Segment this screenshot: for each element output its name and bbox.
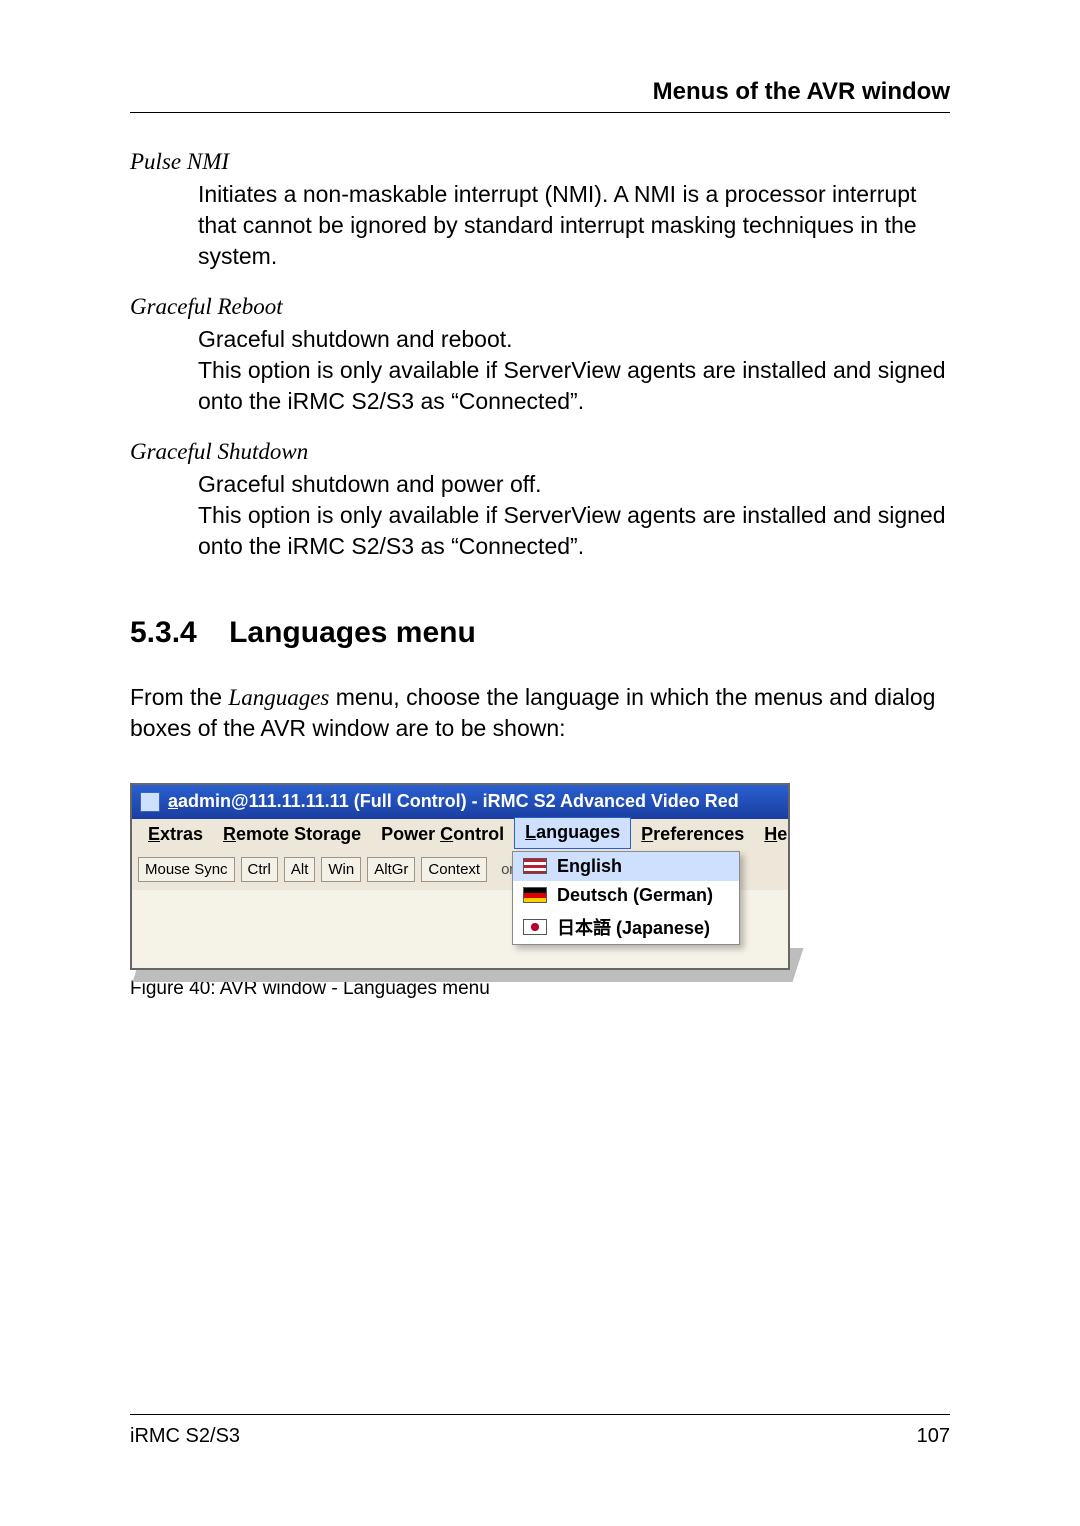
btn-context[interactable]: Context [421, 857, 487, 882]
def-reboot-line1: Graceful shutdown and reboot. [198, 326, 513, 352]
menu-power-control[interactable]: Power Control [371, 819, 514, 849]
page-header: Menus of the AVR window [130, 78, 950, 113]
section-heading: 5.3.4 Languages menu [130, 616, 950, 650]
menu-power-ul: C [440, 824, 453, 844]
menu-lang-rest: anguages [536, 822, 620, 842]
menu-extras-rest: xtras [160, 824, 203, 844]
menu-power-post: ontrol [453, 824, 504, 844]
menu-help-ul: H [764, 824, 777, 844]
window-titlebar: aadmin@111.11.11.11 (Full Control) - iRM… [132, 785, 788, 819]
menu-pref-ul: P [641, 824, 653, 844]
languages-dropdown: English Deutsch (German) 日本語 (Japanese) [512, 851, 740, 945]
app-icon [140, 792, 160, 812]
lang-item-english[interactable]: English [513, 852, 739, 881]
window-title-text: admin@111.11.11.11 (Full Control) - iRMC… [178, 791, 739, 811]
menu-help-rest: elp [777, 824, 790, 844]
term-graceful-reboot: Graceful Reboot [130, 294, 950, 320]
flag-en-icon [523, 858, 547, 874]
menu-remote-storage[interactable]: Remote Storage [213, 819, 371, 849]
lang-item-german[interactable]: Deutsch (German) [513, 881, 739, 910]
menu-preferences[interactable]: Preferences [631, 819, 754, 849]
flag-de-icon [523, 887, 547, 903]
term-pulse-nmi: Pulse NMI [130, 149, 950, 175]
footer-page-number: 107 [917, 1425, 950, 1448]
lang-label-german: Deutsch (German) [557, 885, 713, 906]
flag-jp-icon [523, 919, 547, 935]
menu-pref-rest: references [653, 824, 744, 844]
footer-left: iRMC S2/S3 [130, 1425, 240, 1448]
menu-remote-rest: emote Storage [236, 824, 361, 844]
btn-alt[interactable]: Alt [284, 857, 316, 882]
def-pulse-nmi: Initiates a non-maskable interrupt (NMI)… [198, 179, 950, 272]
section-number: 5.3.4 [130, 616, 197, 649]
menu-power-pre: Power [381, 824, 440, 844]
menu-lang-ul: L [525, 822, 536, 842]
figure-screenshot: aadmin@111.11.11.11 (Full Control) - iRM… [130, 783, 790, 970]
lang-label-english: English [557, 856, 622, 877]
term-graceful-shutdown: Graceful Shutdown [130, 439, 950, 465]
menu-help[interactable]: Help [754, 819, 790, 849]
def-shutdown-line1: Graceful shutdown and power off. [198, 471, 542, 497]
lang-label-japanese: 日本語 (Japanese) [557, 914, 710, 940]
lang-item-japanese[interactable]: 日本語 (Japanese) [513, 910, 739, 944]
intro-emph: Languages [228, 685, 329, 710]
menubar: Extras Remote Storage Power Control Lang… [132, 819, 788, 849]
intro-pre: From the [130, 684, 228, 710]
btn-win[interactable]: Win [321, 857, 361, 882]
def-graceful-shutdown: Graceful shutdown and power off. This op… [198, 469, 950, 562]
app-window: aadmin@111.11.11.11 (Full Control) - iRM… [130, 783, 790, 970]
def-graceful-reboot: Graceful shutdown and reboot. This optio… [198, 324, 950, 417]
btn-ctrl[interactable]: Ctrl [241, 857, 278, 882]
title-prefix-a: a [168, 791, 178, 811]
def-reboot-line2: This option is only available if ServerV… [198, 357, 946, 414]
menu-languages[interactable]: Languages [514, 817, 631, 849]
menu-extras[interactable]: Extras [138, 819, 213, 849]
def-shutdown-line2: This option is only available if ServerV… [198, 502, 946, 559]
menu-extras-ul: E [148, 824, 160, 844]
btn-mouse-sync[interactable]: Mouse Sync [138, 857, 235, 882]
section-title: Languages menu [229, 616, 476, 649]
section-intro: From the Languages menu, choose the lang… [130, 682, 950, 744]
btn-altgr[interactable]: AltGr [367, 857, 415, 882]
menu-remote-ul: R [223, 824, 236, 844]
page-footer: iRMC S2/S3 107 [130, 1414, 950, 1448]
